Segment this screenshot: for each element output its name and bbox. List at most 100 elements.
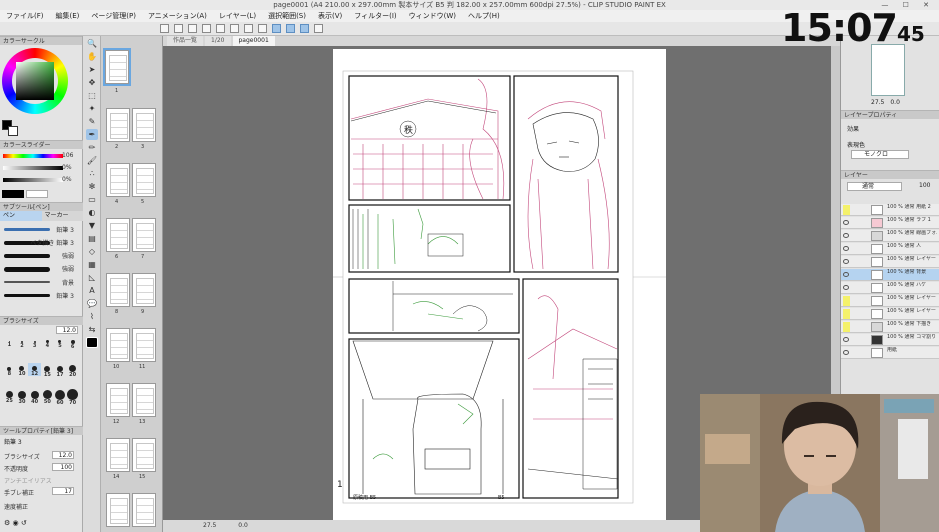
- main-color-icon[interactable]: [86, 337, 98, 348]
- frame-icon[interactable]: ▦: [86, 259, 98, 270]
- eye-icon[interactable]: [843, 272, 849, 277]
- layer-opacity[interactable]: 100: [919, 182, 930, 189]
- page-thumb[interactable]: [106, 328, 130, 362]
- export-icon[interactable]: [314, 24, 323, 33]
- pencil-icon[interactable]: ✏: [86, 142, 98, 153]
- airbrush-icon[interactable]: ∴: [86, 168, 98, 179]
- eyedropper-icon[interactable]: ✎: [86, 116, 98, 127]
- zoom-icon[interactable]: 🔍: [86, 38, 98, 49]
- page-thumb[interactable]: [106, 438, 130, 472]
- layer-row[interactable]: 100 % 通常 背景: [841, 269, 939, 281]
- page-thumb[interactable]: [106, 493, 130, 527]
- correct-line-icon[interactable]: ⌇: [86, 311, 98, 322]
- layer-row[interactable]: 100 % 通常 レイヤー 2: [841, 308, 939, 320]
- prop-brush-size-value[interactable]: 12.0: [52, 451, 74, 459]
- layer-row[interactable]: 100 % 通常 ラフ 1: [841, 217, 939, 229]
- transform-icon[interactable]: [244, 24, 253, 33]
- eye-icon[interactable]: [843, 337, 849, 342]
- tab-works[interactable]: 作品一覧: [167, 36, 204, 46]
- layer-row[interactable]: 100 % 通常 下描き: [841, 321, 939, 333]
- balloon-icon[interactable]: 💬: [86, 298, 98, 309]
- new-icon[interactable]: [160, 24, 169, 33]
- blend-mode-select[interactable]: 通常: [847, 182, 902, 191]
- move-layer-icon[interactable]: ✥: [86, 77, 98, 88]
- layer-row[interactable]: 100 % 通常 用紙 2: [841, 204, 939, 216]
- brush-item[interactable]: 鉛筆 3: [4, 225, 74, 235]
- brush-size-option[interactable]: 2: [16, 336, 29, 349]
- selection-icon[interactable]: ⬚: [86, 90, 98, 101]
- tab-marker[interactable]: マーカー: [41, 211, 83, 221]
- page-thumb[interactable]: [106, 273, 130, 307]
- page-thumb[interactable]: [132, 273, 156, 307]
- prop-stabilization-value[interactable]: 17: [52, 487, 74, 495]
- page-thumb[interactable]: [106, 383, 130, 417]
- page-thumb[interactable]: [132, 218, 156, 252]
- menu-file[interactable]: ファイル(F): [6, 10, 44, 22]
- navigator-preview[interactable]: [871, 44, 905, 96]
- tab-page0001[interactable]: page0001: [232, 36, 275, 46]
- clear-icon[interactable]: [230, 24, 239, 33]
- navigator-angle[interactable]: 0.0: [890, 99, 900, 106]
- eye-icon[interactable]: [843, 233, 849, 238]
- page-thumb[interactable]: [132, 438, 156, 472]
- eye-icon[interactable]: [843, 220, 849, 225]
- page-thumb[interactable]: [132, 383, 156, 417]
- page-thumb[interactable]: [103, 48, 131, 86]
- brush-item[interactable]: 強弱: [4, 264, 74, 274]
- layer-row[interactable]: 100 % 通常 人: [841, 243, 939, 255]
- page-thumb[interactable]: [106, 163, 130, 197]
- status-zoom[interactable]: 27.5: [203, 522, 216, 529]
- eye-icon[interactable]: [843, 285, 849, 290]
- brush-size-option[interactable]: 10: [16, 363, 29, 377]
- page-thumb[interactable]: [106, 218, 130, 252]
- brush-size-option[interactable]: 70: [66, 389, 79, 406]
- brush-size-option[interactable]: 50: [41, 389, 54, 405]
- layer-row[interactable]: 100 % 通常 レイヤー 1 のコピー 2: [841, 256, 939, 268]
- eraser-icon[interactable]: ▭: [86, 194, 98, 205]
- eye-icon[interactable]: [843, 350, 849, 355]
- brush-size-option[interactable]: 40: [28, 389, 41, 405]
- brush-size-option[interactable]: 60: [54, 389, 67, 406]
- menu-help[interactable]: ヘルプ(H): [468, 10, 500, 22]
- layer-row[interactable]: 用紙: [841, 347, 939, 359]
- brush-size-option[interactable]: 1: [3, 336, 16, 349]
- ruler-icon[interactable]: ◺: [86, 272, 98, 283]
- tab-pages[interactable]: 1/20: [205, 36, 231, 46]
- layer-row[interactable]: 100 % 通常 ハケ: [841, 282, 939, 294]
- menu-view[interactable]: 表示(V): [318, 10, 342, 22]
- tab-pen[interactable]: ペン: [0, 211, 42, 221]
- menu-animation[interactable]: アニメーション(A): [148, 10, 207, 22]
- expression-color-select[interactable]: モノクロ: [851, 150, 909, 159]
- decoration-icon[interactable]: ✻: [86, 181, 98, 192]
- deselect-icon[interactable]: [258, 24, 267, 33]
- brush-size-option[interactable]: 3: [28, 336, 41, 349]
- brush-item[interactable]: ベタ描き 鉛筆 3: [4, 238, 74, 248]
- layer-row[interactable]: 100 % 通常 線画フォルダ: [841, 230, 939, 242]
- sub-color-swatch[interactable]: [8, 126, 18, 136]
- brush-size-option[interactable]: 17: [54, 363, 67, 378]
- settings-icons[interactable]: ⚙ ◉ ↺: [4, 519, 27, 527]
- navigator-zoom[interactable]: 27.5: [871, 99, 884, 106]
- snap-grid-icon[interactable]: [286, 24, 295, 33]
- menu-selection[interactable]: 選択範囲(S): [268, 10, 306, 22]
- auto-select-icon[interactable]: ✦: [86, 103, 98, 114]
- layer-row[interactable]: 100 % 通常 レイヤー 3: [841, 295, 939, 307]
- brush-item[interactable]: 鉛筆 3: [4, 291, 74, 301]
- open-icon[interactable]: [174, 24, 183, 33]
- manga-page[interactable]: 秩 1 原稿用 B5 B5: [333, 49, 666, 523]
- page-thumb[interactable]: [132, 493, 156, 527]
- pen-icon[interactable]: ✒: [86, 129, 98, 140]
- brush-size-option[interactable]: 25: [3, 389, 16, 404]
- menu-page[interactable]: ページ管理(P): [91, 10, 136, 22]
- page-thumb[interactable]: [132, 108, 156, 142]
- menu-filter[interactable]: フィルター(I): [354, 10, 396, 22]
- value-slider[interactable]: [3, 178, 63, 182]
- operation-icon[interactable]: ➤: [86, 64, 98, 75]
- page-thumb[interactable]: [106, 108, 130, 142]
- color-wheel[interactable]: [2, 48, 68, 114]
- brush-size-option[interactable]: 30: [16, 389, 29, 405]
- brush-icon[interactable]: 🖌: [86, 155, 98, 166]
- blend-icon[interactable]: ◐: [86, 207, 98, 218]
- snap-ruler-icon[interactable]: [272, 24, 281, 33]
- brush-size-option[interactable]: 12: [28, 362, 41, 377]
